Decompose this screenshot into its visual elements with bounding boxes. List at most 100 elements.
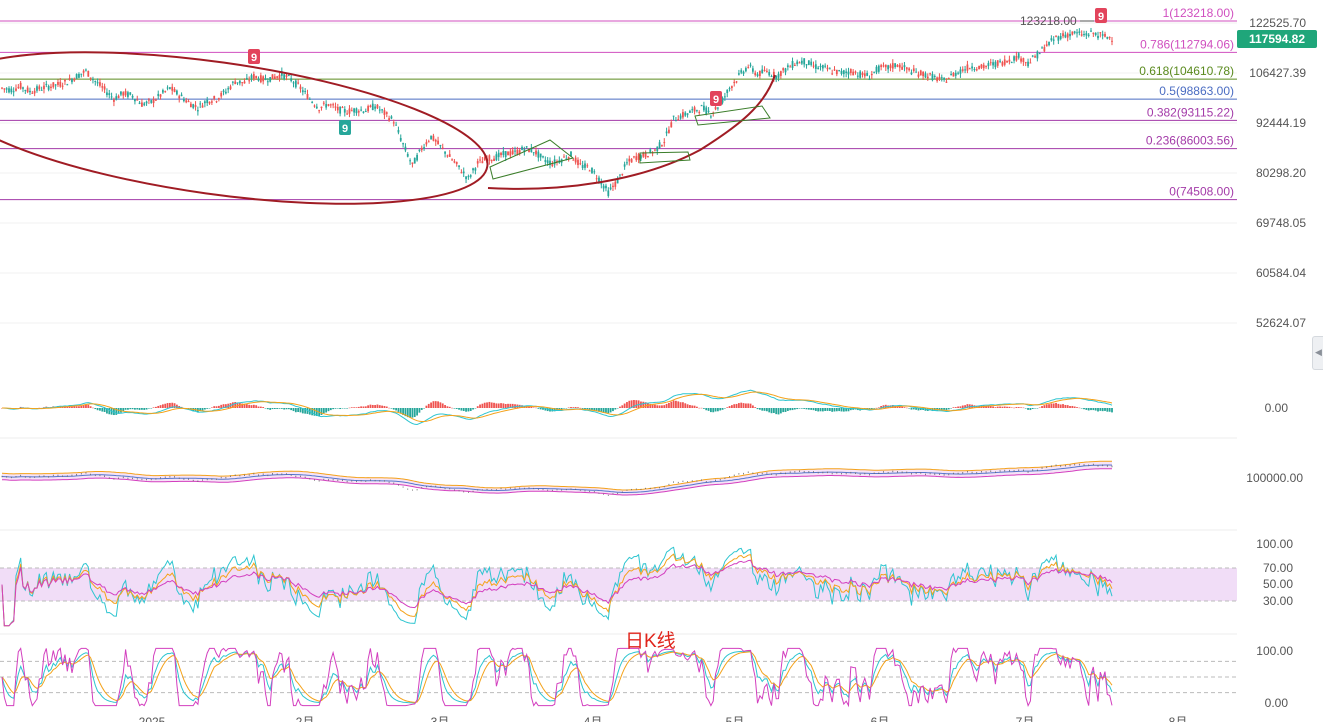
macd-bar bbox=[159, 405, 162, 408]
candle-body bbox=[141, 102, 143, 107]
candle-body bbox=[630, 159, 633, 163]
macd-bar bbox=[264, 408, 267, 409]
macd-bar bbox=[141, 408, 143, 410]
macd-bar bbox=[570, 407, 572, 408]
candle-body bbox=[371, 103, 374, 110]
candle-body bbox=[224, 91, 227, 94]
candle-body bbox=[831, 73, 834, 75]
candle-body bbox=[1097, 35, 1099, 39]
candle-body bbox=[628, 158, 631, 162]
candle-body bbox=[1045, 44, 1048, 47]
macd-bar bbox=[87, 404, 90, 408]
macd-bar bbox=[875, 407, 878, 409]
macd-bar bbox=[346, 408, 349, 409]
macd-bar bbox=[257, 406, 260, 408]
candle-body bbox=[635, 156, 638, 161]
rsi-panel: 100.00 70.00 50.00 30.00 bbox=[0, 537, 1293, 635]
macd-bar bbox=[719, 408, 722, 411]
candle-body bbox=[374, 106, 377, 109]
macd-bar bbox=[369, 404, 372, 408]
candle-body bbox=[495, 154, 498, 161]
candle-body bbox=[285, 75, 288, 77]
macd-bar bbox=[136, 408, 139, 410]
macd-bar bbox=[451, 407, 453, 409]
candle-body bbox=[917, 74, 920, 77]
candle-body bbox=[24, 90, 27, 92]
macd-bar bbox=[957, 406, 959, 408]
candle-body bbox=[581, 165, 584, 169]
macd-bar bbox=[1029, 408, 1032, 411]
candle-body bbox=[26, 87, 29, 93]
macd-bar bbox=[873, 408, 876, 409]
chart-canvas[interactable]: 1(123218.00) 0.786(112794.06) 0.618(104610… bbox=[0, 0, 1323, 727]
candle-body bbox=[364, 111, 367, 113]
macd-bar bbox=[481, 403, 484, 408]
candle-body bbox=[17, 86, 20, 88]
candle-body bbox=[675, 120, 677, 122]
macd-bar bbox=[768, 408, 771, 413]
candle-body bbox=[297, 82, 300, 84]
candle-body bbox=[45, 83, 48, 85]
candle-body bbox=[973, 69, 976, 71]
macd-bar bbox=[658, 405, 661, 408]
candle-body bbox=[665, 131, 668, 134]
macd-bar bbox=[992, 406, 994, 408]
macd-bar bbox=[127, 408, 129, 410]
macd-bar bbox=[770, 408, 773, 414]
candle-body bbox=[243, 81, 246, 84]
macd-bar bbox=[378, 405, 381, 408]
candle-body bbox=[208, 101, 211, 104]
candle-body bbox=[87, 70, 90, 77]
macd-bar bbox=[793, 408, 796, 410]
panel-collapse-handle[interactable]: ◀ bbox=[1312, 336, 1323, 370]
candle-body bbox=[849, 69, 852, 73]
macd-bar bbox=[696, 406, 698, 408]
macd-bar bbox=[320, 408, 323, 415]
candle-body bbox=[59, 81, 62, 87]
macd-bar bbox=[700, 407, 703, 409]
candle-body bbox=[106, 92, 108, 96]
macd-bar bbox=[374, 405, 377, 408]
macd-bar bbox=[210, 407, 213, 408]
candle-body bbox=[744, 68, 747, 72]
candle-body bbox=[1013, 56, 1015, 61]
macd-bar bbox=[751, 405, 754, 408]
macd-bar bbox=[814, 408, 817, 411]
candle-body bbox=[99, 82, 101, 86]
candle-body bbox=[201, 105, 204, 108]
candle-body bbox=[187, 101, 190, 103]
candle-body bbox=[742, 71, 745, 74]
candle-body bbox=[887, 65, 890, 70]
macd-bar bbox=[817, 408, 820, 412]
candle-body bbox=[131, 95, 134, 98]
time-axis-label: 2025 bbox=[139, 715, 166, 722]
candle-body bbox=[152, 98, 155, 104]
kdj-panel: 100.00 0.00 bbox=[0, 644, 1293, 710]
candle-body bbox=[385, 112, 388, 114]
candle-body bbox=[367, 106, 370, 112]
candle-body bbox=[537, 151, 540, 158]
candle-body bbox=[19, 82, 22, 89]
candle-body bbox=[196, 110, 199, 112]
candle-body bbox=[479, 159, 481, 161]
candle-body bbox=[588, 170, 591, 172]
macd-bar bbox=[744, 403, 747, 408]
macd-bar bbox=[612, 408, 614, 412]
macd-bar bbox=[437, 401, 439, 408]
candle-body bbox=[968, 68, 971, 70]
candle-body bbox=[647, 156, 649, 158]
candle-body bbox=[73, 78, 76, 81]
candle-body bbox=[873, 71, 876, 73]
macd-bar bbox=[1104, 408, 1106, 411]
candle-body bbox=[1022, 58, 1025, 63]
candle-body bbox=[47, 85, 50, 90]
macd-bar bbox=[999, 406, 1001, 408]
macd-bar bbox=[80, 405, 83, 408]
candle-body bbox=[234, 81, 237, 85]
candle-body bbox=[441, 147, 444, 149]
candle-body bbox=[912, 68, 915, 72]
macd-bar bbox=[413, 408, 416, 418]
candle-body bbox=[689, 110, 691, 113]
candle-body bbox=[455, 161, 458, 164]
candle-body bbox=[171, 86, 174, 91]
